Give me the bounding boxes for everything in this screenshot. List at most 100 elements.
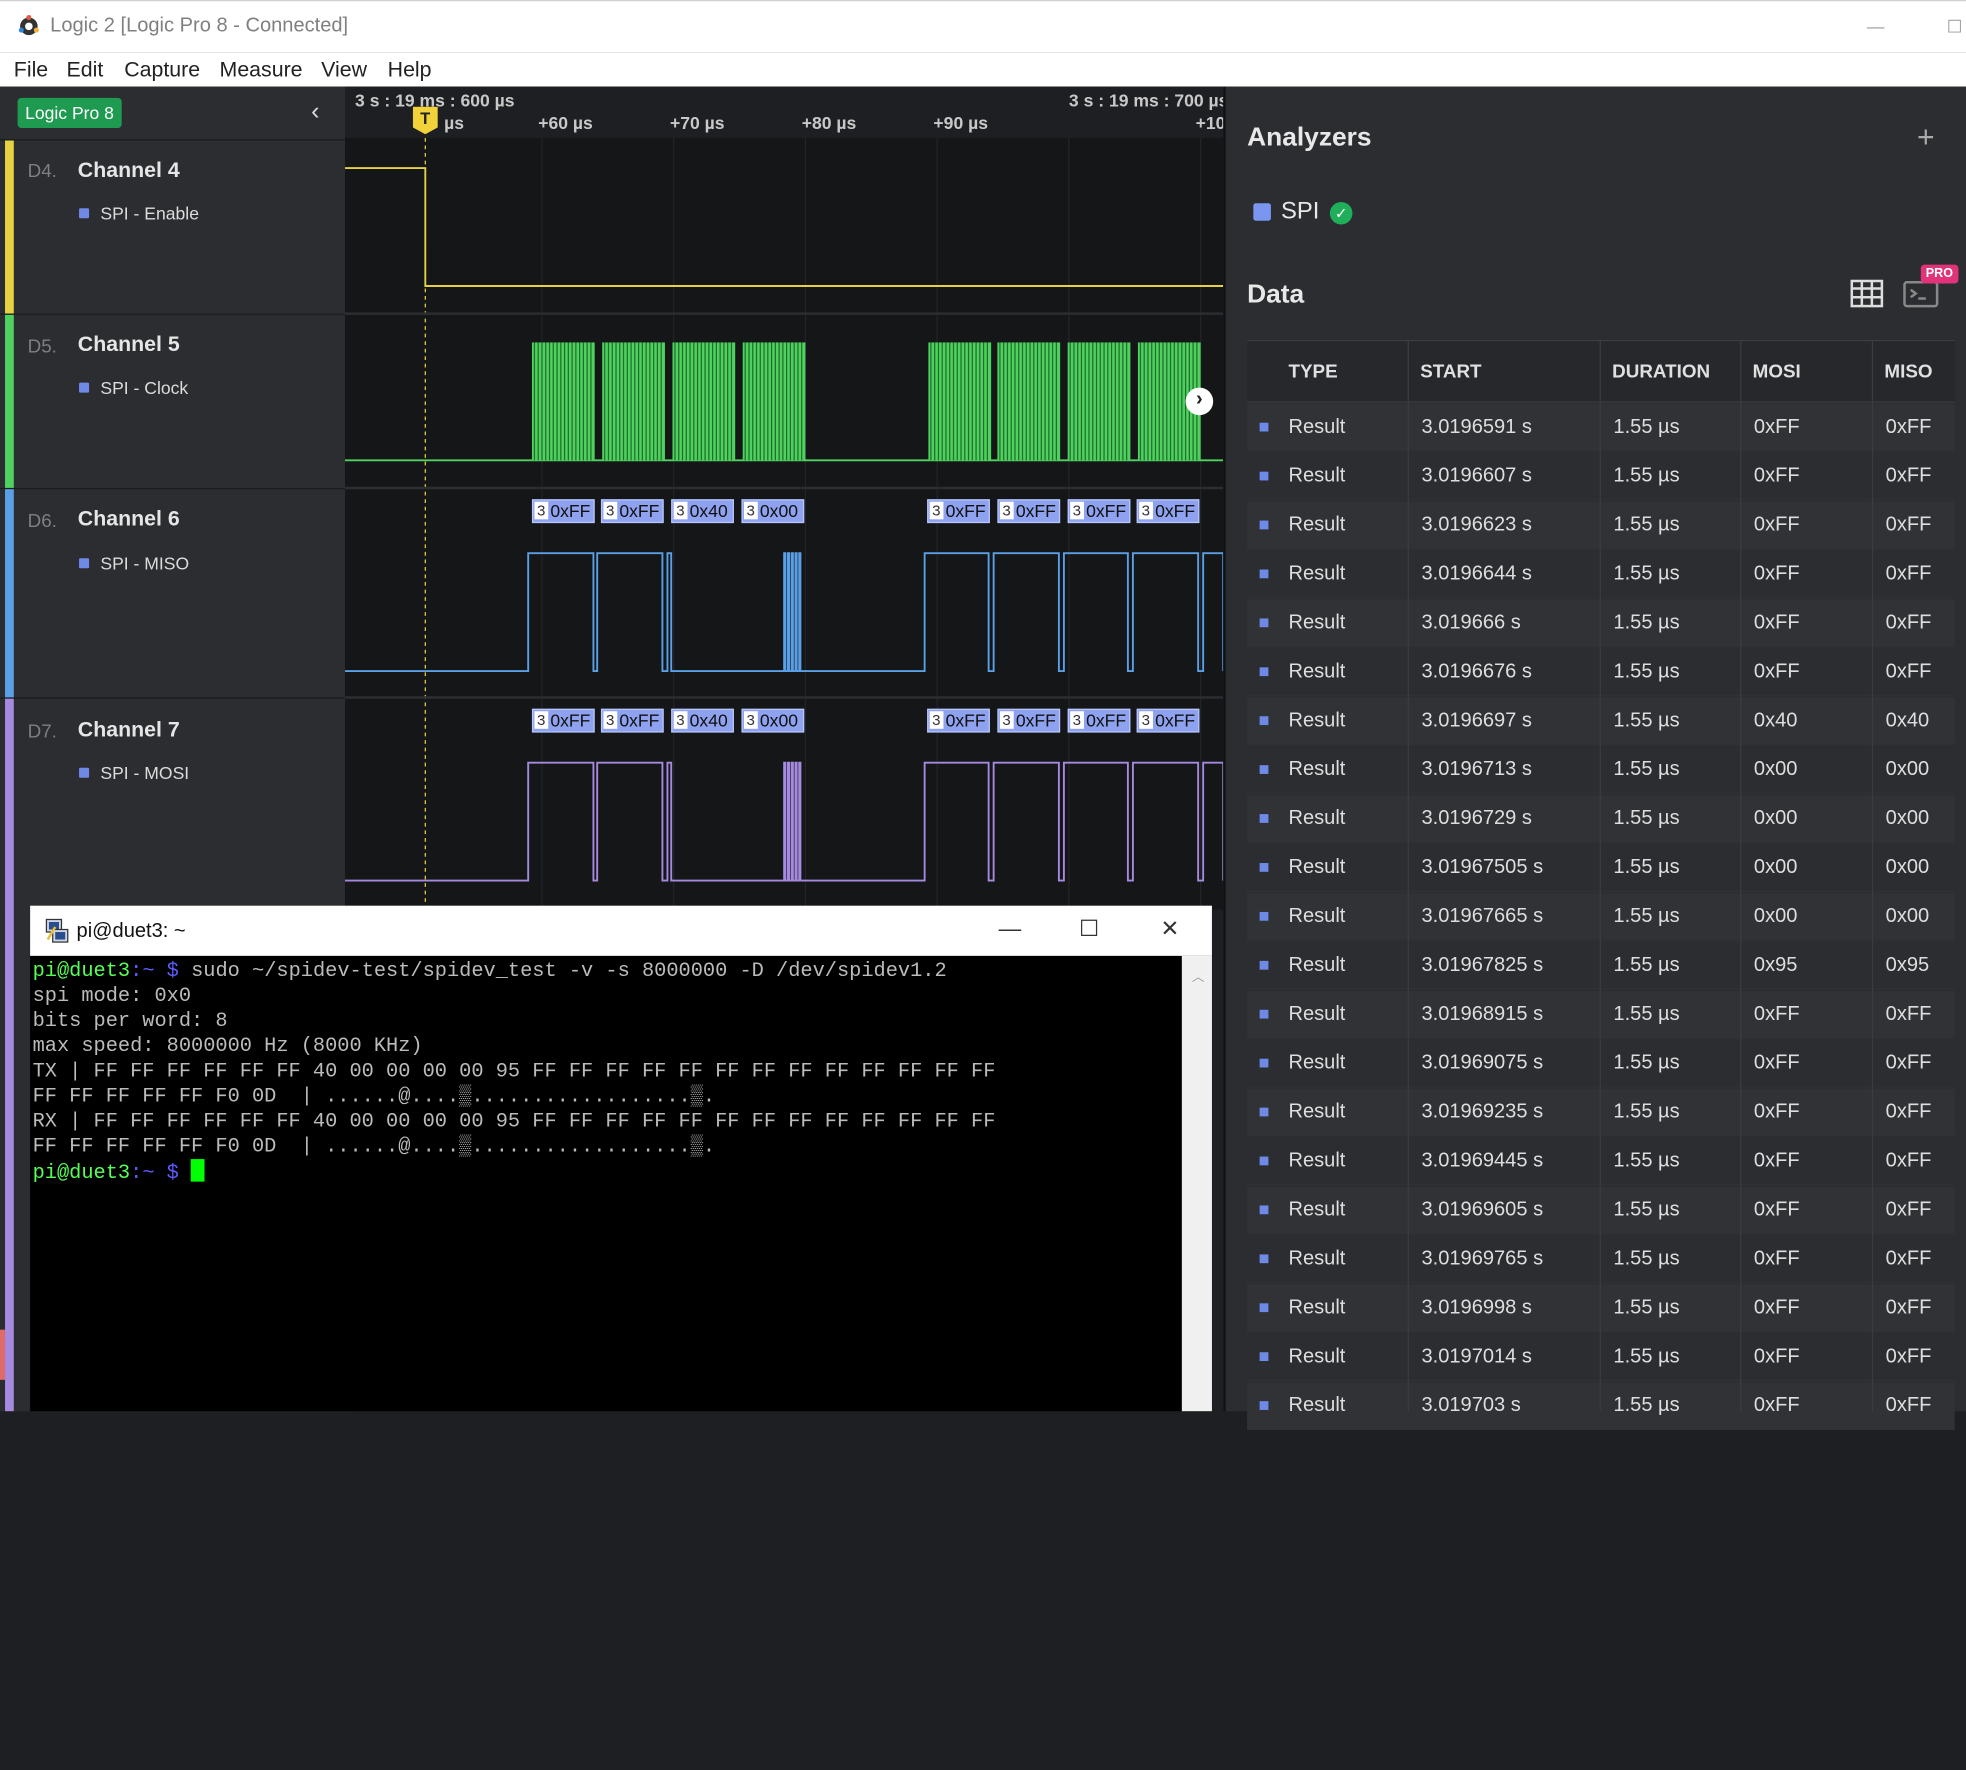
bubble-index: 3 xyxy=(673,501,688,520)
cell-mosi: 0xFF xyxy=(1753,1052,1800,1074)
minimize-button[interactable]: — xyxy=(1857,10,1895,43)
cell-miso: 0xFF xyxy=(1885,1101,1932,1123)
prompt-user: pi@duet3 xyxy=(32,1161,131,1185)
channel-color-bar xyxy=(5,314,14,488)
terminal-minimize-button[interactable]: — xyxy=(999,916,1022,942)
menu-view[interactable]: View xyxy=(321,58,367,83)
cell-start: 3.01969075 s xyxy=(1421,1052,1544,1074)
cell-miso: 0xFF xyxy=(1885,1052,1932,1074)
cell-duration: 1.55 µs xyxy=(1613,465,1680,487)
cell-start: 3.01969605 s xyxy=(1421,1199,1544,1221)
miso-decoded-bubble[interactable]: 3 0x00 xyxy=(741,499,805,524)
menu-help[interactable]: Help xyxy=(388,58,432,83)
row-color-square xyxy=(1259,765,1269,774)
cell-mosi: 0xFF xyxy=(1753,1297,1800,1319)
bubble-index: 3 xyxy=(673,711,688,729)
miso-decoded-bubble[interactable]: 3 0xFF xyxy=(997,499,1061,524)
mosi-decoded-bubble[interactable]: 3 0xFF xyxy=(1136,708,1200,733)
maximize-button[interactable]: ☐ xyxy=(1936,10,1966,43)
cell-type: Result xyxy=(1288,612,1346,634)
mosi-decoded-bubble[interactable]: 3 0xFF xyxy=(927,708,990,733)
miso-decoded-bubble[interactable]: 3 0xFF xyxy=(600,499,664,524)
cell-type: Result xyxy=(1288,1052,1346,1074)
timeline-tick: +10 xyxy=(1195,112,1226,133)
add-analyzer-button[interactable]: + xyxy=(1917,120,1935,155)
analyzer-color-square[interactable] xyxy=(1253,203,1271,221)
clock-burst xyxy=(602,342,665,461)
cell-start: 3.0196729 s xyxy=(1421,807,1532,830)
cell-start: 3.01969765 s xyxy=(1421,1248,1544,1270)
bubble-value: 0xFF xyxy=(945,500,986,521)
cell-duration: 1.55 µs xyxy=(1613,954,1680,976)
bubble-value: 0xFF xyxy=(945,709,986,731)
mosi-decoded-bubble[interactable]: 3 0x40 xyxy=(671,708,734,733)
bubble-value: 0xFF xyxy=(550,709,591,731)
cell-mosi: 0x00 xyxy=(1753,856,1798,879)
menu-measure[interactable]: Measure xyxy=(220,58,303,83)
channel-name[interactable]: Channel 7 xyxy=(78,718,180,743)
terminal-close-button[interactable]: ✕ xyxy=(1161,916,1180,942)
cell-mosi: 0x00 xyxy=(1753,758,1798,781)
column-header-duration[interactable]: DURATION xyxy=(1612,361,1710,382)
table-view-icon[interactable] xyxy=(1849,278,1884,308)
putty-icon xyxy=(45,918,69,943)
menu-edit[interactable]: Edit xyxy=(66,58,103,83)
mosi-decoded-bubble[interactable]: 3 0xFF xyxy=(531,708,595,733)
cell-start: 3.0196644 s xyxy=(1421,563,1532,585)
row-color-square xyxy=(1259,1401,1269,1410)
cell-miso: 0xFF xyxy=(1885,1345,1932,1368)
logic-app-icon xyxy=(18,15,39,36)
terminal-titlebar[interactable] xyxy=(30,905,1212,956)
cell-start: 3.0196713 s xyxy=(1421,758,1532,781)
collapse-panel-button[interactable]: ‹ xyxy=(311,98,334,128)
cell-mosi: 0xFF xyxy=(1753,465,1800,487)
cell-mosi: 0x40 xyxy=(1753,709,1798,732)
cell-mosi: 0xFF xyxy=(1753,1199,1800,1221)
channel-color-bar xyxy=(5,140,14,314)
prompt-user: pi@duet3 xyxy=(32,959,131,983)
mosi-decoded-bubble[interactable]: 3 0xFF xyxy=(600,708,664,733)
cell-duration: 1.55 µs xyxy=(1613,661,1680,683)
cell-duration: 1.55 µs xyxy=(1613,758,1680,781)
mosi-decoded-bubble[interactable]: 3 0x00 xyxy=(741,708,805,733)
terminal-output[interactable]: pi@duet3:~ $ sudo ~/spidev-test/spidev_t… xyxy=(33,958,1181,1411)
terminal-line: FF FF FF FF FF F0 0D | ......@....▒.....… xyxy=(32,1085,716,1108)
mosi-decoded-bubble[interactable]: 3 0xFF xyxy=(997,708,1061,733)
menu-capture[interactable]: Capture xyxy=(124,58,200,83)
channel-analyzer-label: SPI - Clock xyxy=(100,377,189,398)
channel-name[interactable]: Channel 6 xyxy=(78,507,180,532)
analyzer-name[interactable]: SPI xyxy=(1281,198,1319,226)
bubble-index: 3 xyxy=(999,711,1014,729)
miso-decoded-bubble[interactable]: 3 0xFF xyxy=(1067,499,1131,524)
menu-file[interactable]: File xyxy=(14,58,48,83)
prompt-path: :~ $ xyxy=(130,959,179,983)
miso-decoded-bubble[interactable]: 3 0xFF xyxy=(927,499,990,524)
channel-name[interactable]: Channel 4 xyxy=(78,158,180,183)
miso-decoded-bubble[interactable]: 3 0xFF xyxy=(531,499,595,524)
terminal-maximize-button[interactable]: ☐ xyxy=(1079,916,1099,942)
cell-duration: 1.55 µs xyxy=(1613,856,1680,879)
column-header-start[interactable]: START xyxy=(1420,361,1481,382)
terminal-line: FF FF FF FF FF F0 0D | ......@....▒.....… xyxy=(32,1135,716,1158)
cell-duration: 1.55 µs xyxy=(1613,1297,1680,1319)
data-panel-title: Data xyxy=(1247,279,1305,309)
terminal-cursor xyxy=(191,1159,205,1182)
terminal-scrollbar[interactable]: ︿ xyxy=(1181,955,1212,1412)
miso-decoded-bubble[interactable]: 3 0x40 xyxy=(671,499,734,524)
bubble-index: 3 xyxy=(999,501,1014,520)
row-color-square xyxy=(1259,1058,1269,1068)
miso-decoded-bubble[interactable]: 3 0xFF xyxy=(1136,499,1200,524)
device-badge[interactable]: Logic Pro 8 xyxy=(17,97,122,128)
column-header-type[interactable]: TYPE xyxy=(1288,361,1337,382)
bubble-index: 3 xyxy=(1139,501,1153,520)
cell-mosi: 0xFF xyxy=(1753,1248,1800,1270)
column-header-miso[interactable]: MISO xyxy=(1884,361,1932,382)
channel-name[interactable]: Channel 5 xyxy=(78,332,180,357)
cell-type: Result xyxy=(1288,1101,1346,1123)
mosi-decoded-bubble[interactable]: 3 0xFF xyxy=(1067,708,1131,733)
scroll-right-button[interactable]: › xyxy=(1185,387,1214,416)
column-header-mosi[interactable]: MOSI xyxy=(1753,361,1801,382)
row-color-square xyxy=(1259,1009,1269,1019)
channel-6-trace xyxy=(345,552,1224,673)
waveform-grid xyxy=(541,137,1202,910)
